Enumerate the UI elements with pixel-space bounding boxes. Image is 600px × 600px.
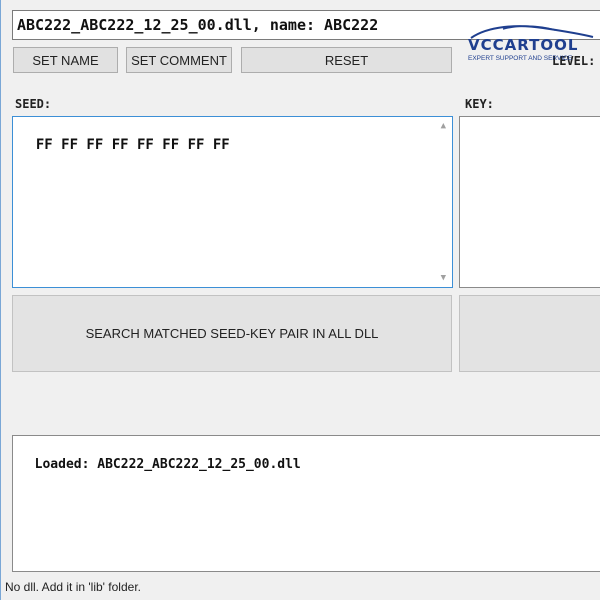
logo-brand-text: VCCARTOOL — [468, 36, 579, 54]
key-label: KEY: — [465, 97, 494, 111]
set-comment-button[interactable]: SET COMMENT — [126, 47, 232, 73]
log-output[interactable]: Loaded: ABC222_ABC222_12_25_00.dll — [12, 435, 600, 572]
window-border — [0, 0, 1, 600]
set-name-button[interactable]: SET NAME — [13, 47, 118, 73]
log-text: Loaded: ABC222_ABC222_12_25_00.dll — [34, 457, 301, 472]
seed-value: FF FF FF FF FF FF FF FF — [35, 137, 230, 153]
calculate-key-button[interactable] — [459, 295, 600, 372]
seed-textarea[interactable]: FF FF FF FF FF FF FF FF ▲ ▼ — [12, 116, 453, 288]
status-bar-text: No dll. Add it in 'lib' folder. — [5, 580, 141, 594]
key-textarea[interactable] — [459, 116, 600, 288]
vccartool-watermark-logo: VCCARTOOL EXPERT SUPPORT AND SERVICE — [463, 22, 600, 66]
seed-label: SEED: — [15, 97, 52, 111]
reset-button[interactable]: RESET — [241, 47, 452, 73]
logo-tagline-text: EXPERT SUPPORT AND SERVICE — [468, 55, 573, 62]
scroll-down-icon[interactable]: ▼ — [441, 273, 446, 283]
search-seed-key-button[interactable]: SEARCH MATCHED SEED-KEY PAIR IN ALL DLL — [12, 295, 452, 372]
scroll-up-icon[interactable]: ▲ — [441, 121, 446, 131]
